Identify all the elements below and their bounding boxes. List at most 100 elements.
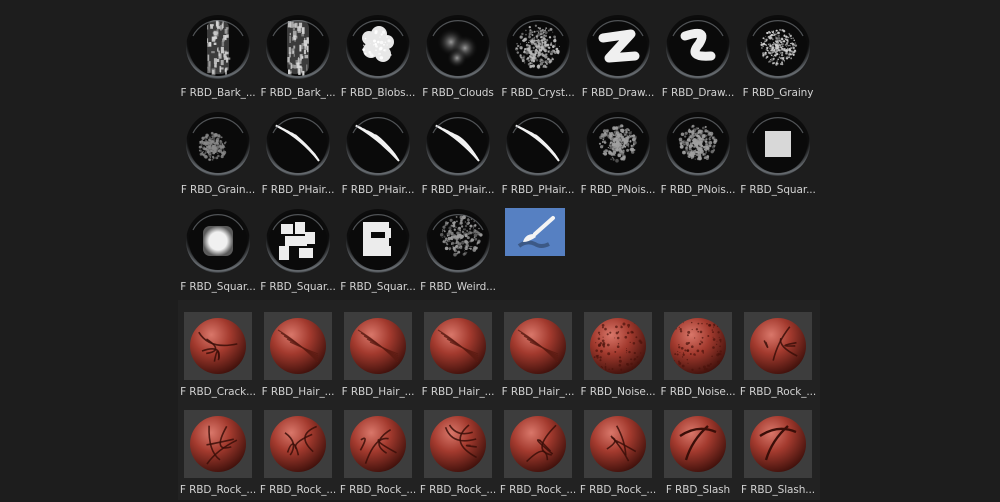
- square-shape-icon: [745, 111, 811, 177]
- brush-label: F RBD_Rock_...: [419, 484, 497, 496]
- matcap-brush-item[interactable]: F RBD_Rock_...: [338, 404, 418, 502]
- brush-label: F RBD_Hair_...: [341, 386, 415, 398]
- brush-label: F RBD_Rock_...: [739, 386, 817, 398]
- brush-label: F RBD_Rock_...: [259, 484, 337, 496]
- brush-label: F RBD_Hair_...: [421, 386, 495, 398]
- matcap-brush-item[interactable]: F RBD_Hair_...: [418, 306, 498, 404]
- hair-sphere-icon: [424, 312, 492, 380]
- rock-sphere-icon: [264, 410, 332, 478]
- brush-label: F RBD_Clouds: [422, 87, 494, 99]
- brush-label: F RBD_Squar...: [260, 281, 336, 293]
- alpha-brush-item[interactable]: F RBD_Weird...: [418, 202, 498, 299]
- crack-sphere-icon: [184, 312, 252, 380]
- draw-stroke-icon: [585, 14, 651, 80]
- blobs-texture-icon: [345, 14, 411, 80]
- bark-texture-icon: [265, 14, 331, 80]
- weird-texture-icon: [425, 208, 491, 274]
- brush-label: F RBD_PHair...: [341, 184, 415, 196]
- slash-sphere-icon: [744, 410, 812, 478]
- matcap-brush-item[interactable]: F RBD_Slash: [658, 404, 738, 502]
- rock-sphere-icon: [184, 410, 252, 478]
- brush-label: F RBD_PNois...: [660, 184, 736, 196]
- alpha-brush-item[interactable]: F RBD_Squar...: [338, 202, 418, 299]
- brush-label: F RBD_Squar...: [740, 184, 816, 196]
- brush-label: F RBD_Rock_...: [499, 484, 577, 496]
- brush-label: F RBD_Squar...: [180, 281, 256, 293]
- matcap-brush-item[interactable]: F RBD_Hair_...: [258, 306, 338, 404]
- matcap-brush-item[interactable]: F RBD_Noise...: [658, 306, 738, 404]
- noise-sphere-icon: [664, 312, 732, 380]
- brush-label: F RBD_Cryst...: [501, 87, 575, 99]
- brush-label: F RBD_Hair_...: [501, 386, 575, 398]
- brush-label: F RBD_Draw...: [581, 87, 655, 99]
- alpha-brush-item[interactable]: F RBD_PHair...: [338, 105, 418, 202]
- matcap-brush-item[interactable]: F RBD_Rock_...: [578, 404, 658, 502]
- matcap-brush-item[interactable]: F RBD_Rock_...: [498, 404, 578, 502]
- alpha-brush-item[interactable]: F RBD_PHair...: [498, 105, 578, 202]
- alpha-brush-item[interactable]: F RBD_Squar...: [178, 202, 258, 299]
- hair-sphere-icon: [344, 312, 412, 380]
- alpha-brush-item[interactable]: F RBD_Grain...: [178, 105, 258, 202]
- hair-strands-icon: [425, 111, 491, 177]
- alpha-brush-item[interactable]: F RBD_PNois...: [658, 105, 738, 202]
- grain-texture-icon: [185, 111, 251, 177]
- brush-label: F RBD_Rock_...: [179, 484, 257, 496]
- brush-label: F RBD_Weird...: [420, 281, 496, 293]
- noise-sphere-icon: [584, 312, 652, 380]
- hair-strands-icon: [505, 111, 571, 177]
- alpha-brush-item[interactable]: F RBD_PHair...: [258, 105, 338, 202]
- alpha-brush-item[interactable]: F RBD_PNois...: [578, 105, 658, 202]
- brush-label: F RBD_PHair...: [261, 184, 335, 196]
- hair-sphere-icon: [264, 312, 332, 380]
- slash-sphere-icon: [664, 410, 732, 478]
- matcap-brush-item[interactable]: F RBD_Slash...: [738, 404, 818, 502]
- matcap-brush-item[interactable]: F RBD_Rock_...: [418, 404, 498, 502]
- brush-label: F RBD_Bark_...: [260, 87, 336, 99]
- crystal-texture-icon: [505, 14, 571, 80]
- brush-label: F RBD_Noise...: [580, 386, 656, 398]
- alpha-brush-item[interactable]: F RBD_Squar...: [258, 202, 338, 299]
- square-pattern-icon: [345, 208, 411, 274]
- brush-label: F RBD_Grainy: [742, 87, 814, 99]
- alpha-brush-item[interactable]: F RBD_Draw...: [578, 8, 658, 105]
- rock-sphere-icon: [584, 410, 652, 478]
- alpha-brush-item[interactable]: F RBD_Squar...: [738, 105, 818, 202]
- matcap-brush-item[interactable]: F RBD_Hair_...: [498, 306, 578, 404]
- rock-sphere-icon: [344, 410, 412, 478]
- matcap-brush-item[interactable]: F RBD_Crack...: [178, 306, 258, 404]
- bark-texture-icon: [185, 14, 251, 80]
- alpha-brush-item[interactable]: F RBD_PHair...: [418, 105, 498, 202]
- alpha-brush-item[interactable]: F RBD_Cryst...: [498, 8, 578, 105]
- paint-brush-icon: [505, 208, 571, 274]
- matcap-brush-item[interactable]: F RBD_Hair_...: [338, 306, 418, 404]
- matcap-brush-item[interactable]: F RBD_Rock_...: [258, 404, 338, 502]
- alpha-brush-item[interactable]: F RBD_Bark_...: [178, 8, 258, 105]
- noise-texture-icon: [665, 111, 731, 177]
- matcap-brush-item[interactable]: F RBD_Rock_...: [738, 306, 818, 404]
- hair-sphere-icon: [504, 312, 572, 380]
- matcap-brush-grid: F RBD_Crack... F RBD_Hair_... F RBD_Hair…: [178, 306, 818, 502]
- brush-label: F RBD_Squar...: [340, 281, 416, 293]
- grainy-texture-icon: [745, 14, 811, 80]
- brush-label: F RBD_Noise...: [660, 386, 736, 398]
- brush-label: F RBD_PHair...: [421, 184, 495, 196]
- brush-label: F RBD_Rock_...: [579, 484, 657, 496]
- clouds-texture-icon: [425, 14, 491, 80]
- matcap-brush-item[interactable]: F RBD_Rock_...: [178, 404, 258, 502]
- brush-label: F RBD_Crack...: [180, 386, 256, 398]
- alpha-brush-item[interactable]: F RBD_Bark_...: [258, 8, 338, 105]
- alpha-brush-item[interactable]: F RBD_Blobs...: [338, 8, 418, 105]
- rock-sphere-icon: [744, 312, 812, 380]
- brush-label: F RBD_Slash...: [741, 484, 815, 496]
- rock-sphere-icon: [504, 410, 572, 478]
- alpha-brush-item[interactable]: F RBD_Clouds: [418, 8, 498, 105]
- add-brush-tile[interactable]: [498, 202, 578, 299]
- matcap-brush-item[interactable]: F RBD_Noise...: [578, 306, 658, 404]
- brush-label: F RBD_Blobs...: [340, 87, 416, 99]
- brush-label: F RBD_Bark_...: [180, 87, 256, 99]
- alpha-brush-item[interactable]: F RBD_Draw...: [658, 8, 738, 105]
- alpha-brush-item[interactable]: F RBD_Grainy: [738, 8, 818, 105]
- brush-label: F RBD_PNois...: [580, 184, 656, 196]
- draw-stroke-icon: [665, 14, 731, 80]
- brush-label: F RBD_Rock_...: [339, 484, 417, 496]
